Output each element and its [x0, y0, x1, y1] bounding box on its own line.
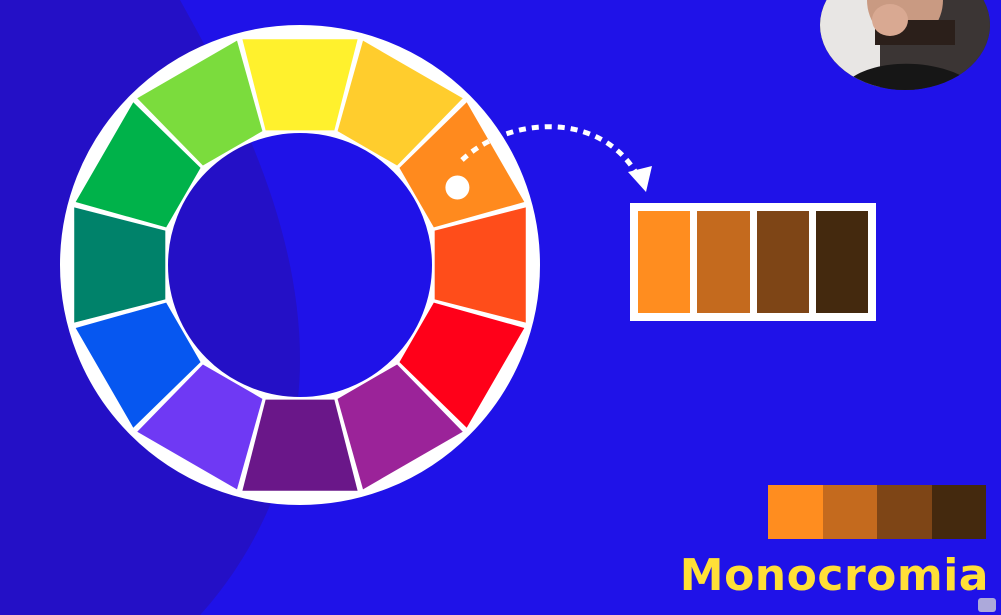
palette-swatch: [815, 211, 868, 313]
color-wheel: [60, 25, 540, 505]
slide-caption: Monocromia: [679, 550, 989, 601]
monochrome-palette: [630, 203, 876, 321]
palette-preview-swatch: [877, 485, 932, 539]
palette-preview-swatch: [931, 485, 986, 539]
palette-swatch: [638, 211, 691, 313]
player-control-icon[interactable]: [978, 598, 996, 612]
palette-swatch: [697, 211, 750, 313]
dotted-arrow-icon: [460, 124, 652, 192]
monochrome-palette-preview: [768, 485, 986, 539]
palette-preview-swatch: [768, 485, 823, 539]
wheel-border: [60, 25, 540, 505]
palette-swatch: [756, 211, 809, 313]
palette-preview-swatch: [822, 485, 877, 539]
slide: Monocromia: [0, 0, 1001, 615]
